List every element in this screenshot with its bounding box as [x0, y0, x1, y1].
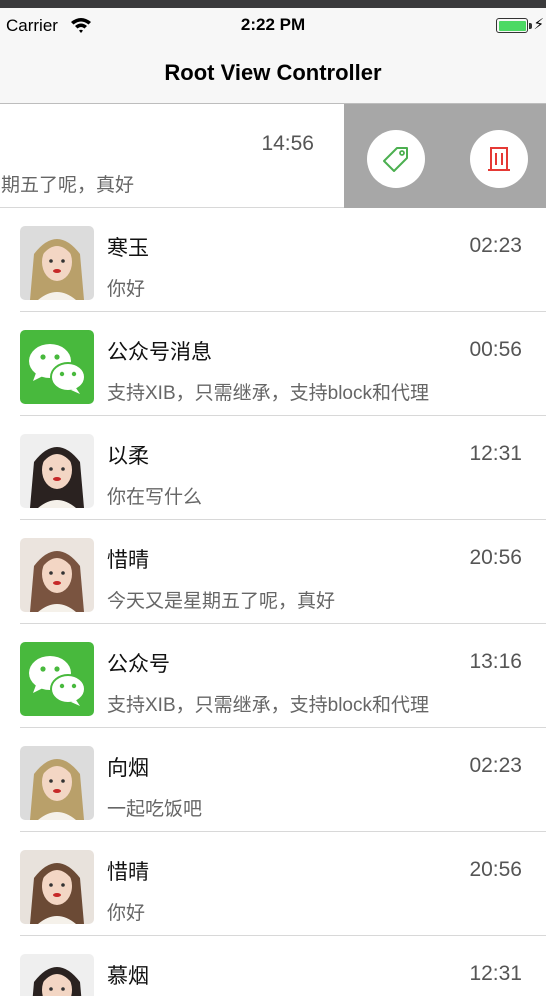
wechat-avatar-icon [20, 330, 94, 404]
message-time: 13:16 [469, 650, 522, 673]
chat-row[interactable]: 以柔 12:31 你在写什么 [0, 416, 546, 520]
wechat-avatar-icon [20, 642, 94, 716]
message-time: 02:23 [469, 754, 522, 777]
swiped-row[interactable]: 14:56 星期五了呢，真好 [0, 104, 546, 208]
message-time: 14:56 [261, 132, 314, 155]
charging-icon: ⚡ [533, 16, 544, 33]
status-bar: Carrier 2:22 PM ⚡ [0, 8, 546, 42]
contact-name: 惜晴 [107, 861, 149, 884]
chat-row[interactable]: 公众号消息 00:56 支持XIB，只需继承，支持block和代理 [0, 312, 546, 416]
message-preview: 支持XIB，只需继承，支持block和代理 [107, 383, 429, 404]
message-time: 02:23 [469, 234, 522, 257]
chat-row[interactable]: 寒玉 02:23 你好 [0, 208, 546, 312]
trash-icon [488, 147, 510, 171]
message-preview: 星期五了呢，真好 [0, 175, 135, 196]
battery-tip [529, 23, 532, 29]
chat-row[interactable]: 慕烟 12:31 [0, 936, 546, 996]
message-time: 12:31 [469, 442, 522, 465]
chat-list[interactable]: 14:56 星期五了呢，真好 寒玉02:23你好公众号消息00:56支持XIB，… [0, 104, 546, 996]
message-time: 12:31 [469, 962, 522, 985]
contact-name: 惜晴 [107, 549, 149, 572]
chat-row[interactable]: 惜晴 20:56 今天又是星期五了呢，真好 [0, 520, 546, 624]
message-preview: 支持XIB，只需继承，支持block和代理 [107, 695, 429, 716]
battery-icon [496, 18, 528, 33]
delete-button[interactable] [470, 130, 528, 188]
message-time: 00:56 [469, 338, 522, 361]
chat-row[interactable]: 惜晴 20:56 你好 [0, 832, 546, 936]
avatar [20, 226, 94, 300]
navigation-bar: Root View Controller [0, 42, 546, 104]
tag-icon [383, 147, 408, 172]
message-preview: 你好 [107, 279, 146, 300]
chat-row[interactable]: 向烟 02:23 一起吃饭吧 [0, 728, 546, 832]
swipe-actions [344, 104, 546, 208]
contact-name: 公众号 [107, 653, 170, 676]
tag-button[interactable] [367, 130, 425, 188]
avatar [20, 538, 94, 612]
message-preview: 你在写什么 [107, 487, 203, 508]
contact-name: 寒玉 [107, 237, 149, 260]
top-strip [0, 0, 546, 8]
avatar [20, 850, 94, 924]
avatar [20, 954, 94, 996]
swiped-row-content[interactable]: 14:56 星期五了呢，真好 [0, 104, 344, 208]
contact-name: 公众号消息 [107, 341, 212, 364]
contact-name: 向烟 [107, 757, 149, 780]
avatar [20, 434, 94, 508]
avatar [20, 746, 94, 820]
contact-name: 以柔 [107, 445, 149, 468]
message-preview: 你好 [107, 903, 146, 924]
message-time: 20:56 [469, 546, 522, 569]
message-preview: 一起吃饭吧 [107, 799, 203, 820]
contact-name: 慕烟 [107, 965, 149, 988]
message-preview: 今天又是星期五了呢，真好 [107, 591, 336, 612]
chat-row[interactable]: 公众号 13:16 支持XIB，只需继承，支持block和代理 [0, 624, 546, 728]
clock: 2:22 PM [240, 15, 306, 34]
page-title: Root View Controller [164, 60, 382, 85]
message-time: 20:56 [469, 858, 522, 881]
